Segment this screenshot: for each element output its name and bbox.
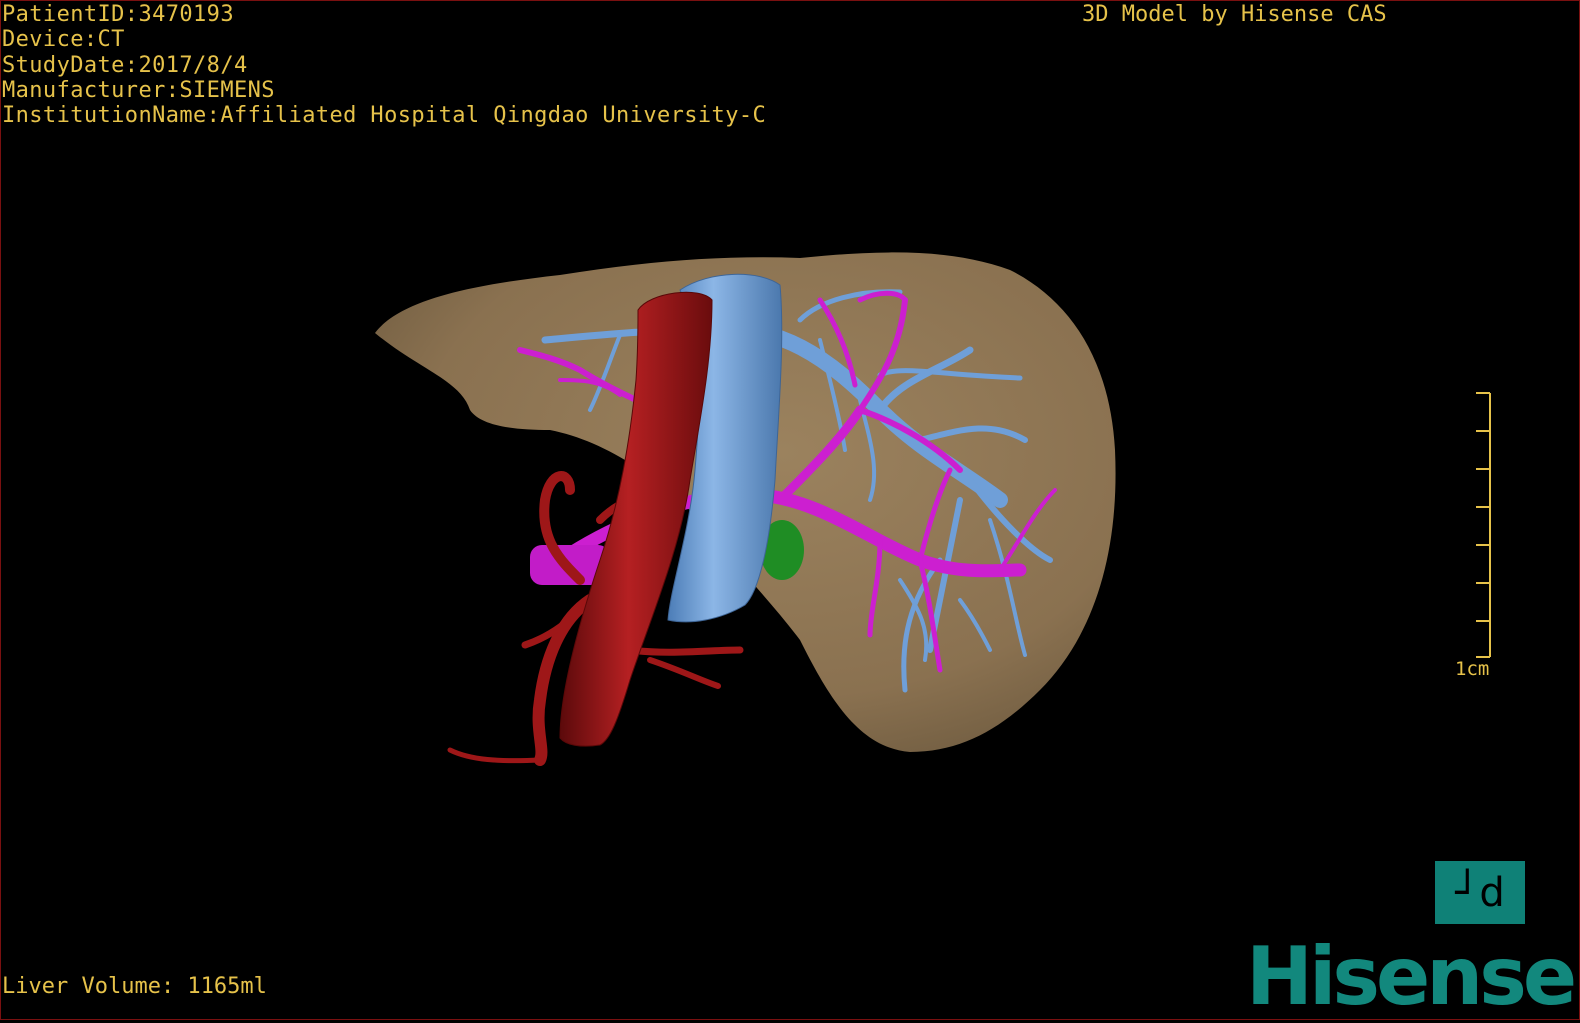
scale-bar-label: 1cm (1455, 658, 1490, 680)
patient-id-text: PatientID:3470193 (2, 2, 234, 27)
scale-bar (1476, 392, 1491, 658)
manufacturer-text: Manufacturer:SIEMENS (2, 77, 275, 103)
scale-bar-ticks (1476, 392, 1491, 658)
device-text: Device:CT (2, 27, 125, 53)
study-date-text: StudyDate:2017/8/4 (2, 52, 248, 78)
dicom-info-overlay: PatientID:3470193 Device:CT StudyDate:20… (2, 2, 766, 128)
orientation-icon: ┘d (1455, 869, 1505, 916)
hisense-logo: Hisense (1246, 937, 1577, 1017)
liver-volume-readout: Liver Volume: 1165ml (2, 974, 267, 999)
institution-text: InstitutionName:Affiliated Hospital Qing… (2, 103, 767, 129)
model-credit-caption: 3D Model by Hisense CAS (1082, 2, 1387, 27)
hisense-logo-text: Hisense (1246, 930, 1577, 1023)
3d-liver-model-viewport[interactable] (0, 0, 1580, 1020)
orientation-button[interactable]: ┘d (1435, 861, 1525, 924)
